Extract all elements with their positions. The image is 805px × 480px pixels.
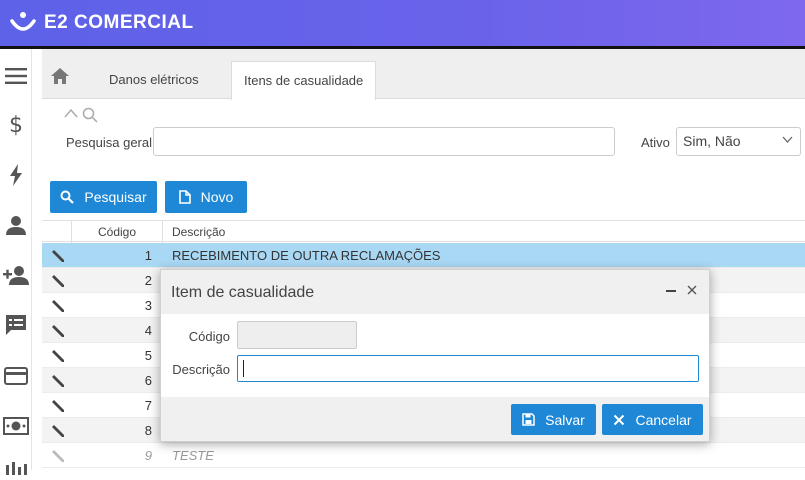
collapse-icon[interactable] [64,107,78,126]
dialog-title: Item de casualidade [171,284,315,301]
row-code: 6 [144,373,152,388]
save-button[interactable]: Salvar [511,404,596,435]
item-casualidade-dialog: Item de casualidade Código Descrição Sal… [160,269,710,442]
tab-bar: Danos elétricos Itens de casualidade [42,49,805,100]
descricao-label: Descrição [172,362,230,377]
column-divider [162,221,163,243]
chevron-down-icon [782,128,793,155]
edit-icon[interactable] [50,298,66,314]
edit-icon[interactable] [50,248,66,264]
cancel-button[interactable]: Cancelar [602,404,703,435]
text-cursor [243,360,244,377]
new-button-label: Novo [200,189,234,205]
cancel-button-label: Cancelar [635,411,692,428]
list-message-icon[interactable] [3,312,29,338]
search-input[interactable] [153,127,615,156]
app-header: E2 COMERCIAL [0,0,805,46]
ativo-select[interactable]: Sim, Não [676,127,801,156]
row-code: 3 [144,298,152,313]
search-toolbar [64,107,98,126]
save-icon [522,413,535,426]
table-row[interactable]: 9 TESTE [42,443,805,468]
app-logo[interactable]: E2 COMERCIAL [10,11,194,35]
grid-header: Código Descrição [42,220,805,243]
edit-icon[interactable] [50,398,66,414]
logo-icon [10,12,36,31]
document-icon [178,190,191,204]
tab-itens-de-casualidade[interactable]: Itens de casualidade [231,61,377,100]
dialog-header: Item de casualidade [161,270,709,314]
search-label: Pesquisa geral [66,135,152,150]
search-icon[interactable] [82,107,98,126]
search-button[interactable]: Pesquisar [50,181,157,213]
minimize-icon[interactable] [663,281,679,299]
row-code: 2 [144,273,152,288]
row-code: 4 [144,323,152,338]
edit-icon[interactable] [50,273,66,289]
edit-icon[interactable] [50,323,66,339]
close-icon[interactable] [684,281,700,299]
row-code: 1 [144,248,152,263]
ativo-value: Sim, Não [683,133,741,149]
dialog-footer: Salvar Cancelar [161,397,709,441]
table-row[interactable]: 1 RECEBIMENTO DE OUTRA RECLAMAÇÕES [42,243,805,268]
edit-icon[interactable] [50,348,66,364]
row-code: 8 [144,423,152,438]
dollar-icon[interactable]: $ [3,112,29,138]
credit-card-icon[interactable] [3,363,29,389]
sidebar: $ [0,49,32,475]
add-user-icon[interactable] [3,262,29,288]
row-code: 7 [144,398,152,413]
row-description: RECEBIMENTO DE OUTRA RECLAMAÇÕES [172,248,441,263]
search-icon [60,190,75,204]
edit-icon[interactable] [50,423,66,439]
row-code: 5 [144,348,152,363]
lightning-icon[interactable] [3,162,29,188]
edit-icon[interactable] [50,448,66,464]
row-description: TESTE [172,448,214,463]
search-button-label: Pesquisar [84,189,147,205]
tab-danos-eletricos[interactable]: Danos elétricos [97,61,211,99]
column-header-codigo[interactable]: Código [72,221,162,243]
app-brand: E2 COMERCIAL [44,12,194,33]
ativo-label: Ativo [641,135,670,150]
user-icon[interactable] [3,212,29,238]
chart-icon[interactable] [3,454,29,480]
close-icon [614,414,625,425]
menu-icon[interactable] [3,63,29,89]
home-icon[interactable] [50,67,72,85]
row-code: 9 [144,448,152,463]
save-button-label: Salvar [545,411,585,428]
descricao-field[interactable] [237,355,699,382]
codigo-label: Código [188,329,230,344]
edit-icon[interactable] [50,373,66,389]
codigo-field[interactable] [237,321,357,349]
new-button[interactable]: Novo [165,181,247,213]
column-header-descricao[interactable]: Descrição [172,221,225,243]
money-icon[interactable] [3,413,29,439]
